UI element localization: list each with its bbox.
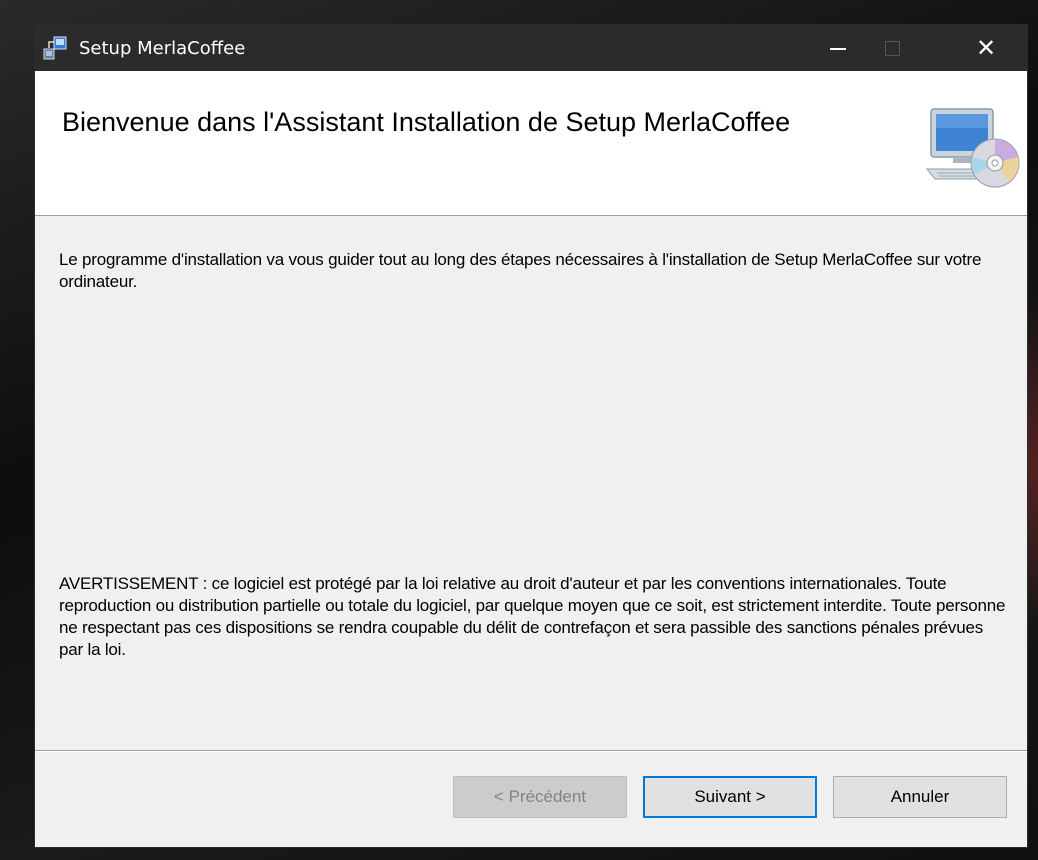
computer-cd-icon	[925, 108, 1020, 188]
minimize-button[interactable]	[811, 25, 865, 71]
wizard-heading: Bienvenue dans l'Assistant Installation …	[62, 107, 791, 137]
maximize-icon	[884, 40, 900, 56]
minimize-icon	[830, 48, 846, 50]
next-button[interactable]: Suivant >	[643, 776, 817, 818]
cancel-button[interactable]: Annuler	[833, 776, 1007, 818]
footer-divider	[35, 750, 1027, 752]
title-bar[interactable]: Setup MerlaCoffee ✕	[35, 25, 1027, 71]
close-icon: ✕	[975, 34, 997, 62]
window-title: Setup MerlaCoffee	[79, 38, 246, 59]
installer-window: Setup MerlaCoffee ✕ Bienvenue dans l'Ass…	[34, 24, 1028, 848]
maximize-button	[865, 25, 919, 71]
intro-text: Le programme d'installation va vous guid…	[59, 250, 982, 291]
copyright-warning-text: AVERTISSEMENT : ce logiciel est protégé …	[59, 574, 1006, 659]
wizard-header: Bienvenue dans l'Assistant Installation …	[35, 71, 1027, 216]
installer-app-icon	[43, 36, 67, 60]
close-button[interactable]: ✕	[959, 25, 1013, 71]
previous-button: < Précédent	[453, 776, 627, 818]
